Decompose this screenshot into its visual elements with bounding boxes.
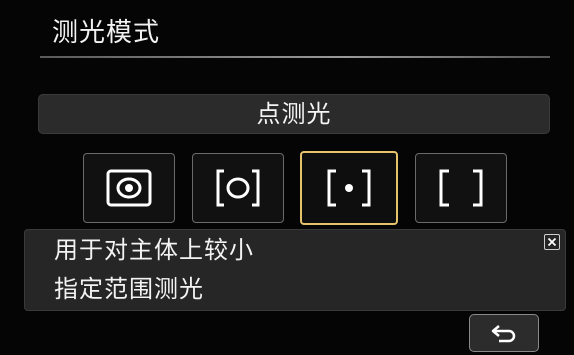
- metering-mode-screen: 测光模式 点测光 用于对主体上较小 指定范围测光: [0, 0, 574, 355]
- spot-metering-icon: [327, 169, 371, 207]
- back-button[interactable]: [469, 314, 539, 352]
- mode-option-spot[interactable]: [300, 151, 398, 225]
- current-mode-bar: 点测光: [38, 94, 550, 134]
- description-line-1: 用于对主体上较小: [54, 236, 254, 264]
- close-icon: [547, 237, 557, 247]
- title-divider: [40, 56, 550, 58]
- description-line-2: 指定范围测光: [54, 275, 204, 303]
- page-title: 测光模式: [52, 18, 161, 48]
- mode-option-partial[interactable]: [192, 153, 284, 223]
- current-mode-label: 点测光: [256, 100, 332, 128]
- mode-option-center-weighted[interactable]: [415, 153, 507, 223]
- center-weighted-metering-icon: [439, 169, 483, 207]
- partial-metering-icon: [216, 169, 260, 207]
- mode-description-panel: 用于对主体上较小 指定范围测光: [24, 229, 566, 311]
- evaluative-metering-icon: [106, 169, 152, 207]
- mode-option-evaluative[interactable]: [83, 153, 175, 223]
- close-description-button[interactable]: [544, 234, 560, 250]
- return-icon: [491, 325, 516, 343]
